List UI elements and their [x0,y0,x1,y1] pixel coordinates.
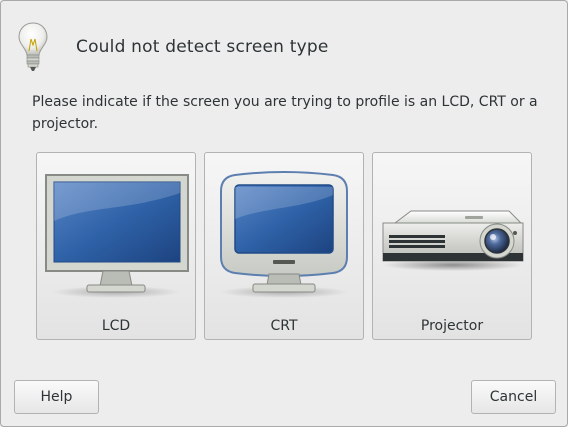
projector-option-button[interactable]: Projector [372,152,532,340]
help-button[interactable]: Help [14,380,99,414]
dialog-title: Could not detect screen type [76,37,329,57]
screen-type-dialog: Could not detect screen type Please indi… [0,0,568,427]
crt-option-label: CRT [270,318,298,334]
lcd-option-label: LCD [101,318,131,334]
cancel-button[interactable]: Cancel [471,380,556,414]
crt-monitor-icon [220,171,348,298]
crt-option-button[interactable]: CRT [204,152,364,340]
lcd-option-button[interactable]: LCD [36,152,196,340]
lcd-monitor-icon [45,174,189,298]
projector-icon [382,210,524,271]
dialog-message: Please indicate if the screen you are tr… [32,94,538,132]
lightbulb-icon [18,22,48,71]
projector-option-label: Projector [420,318,484,334]
